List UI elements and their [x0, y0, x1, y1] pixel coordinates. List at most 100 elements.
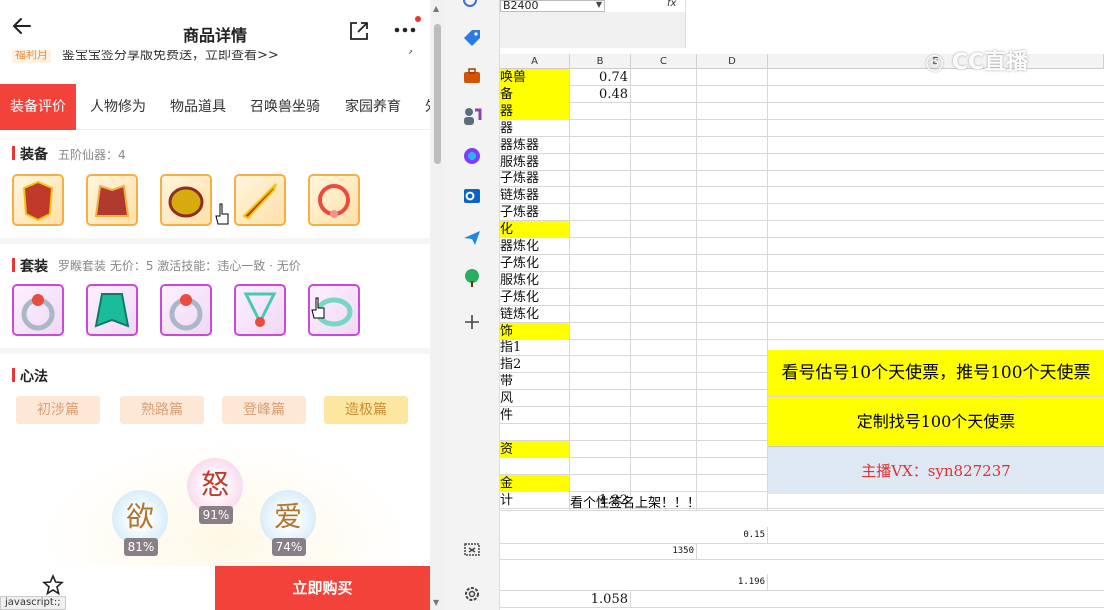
function-icon[interactable]: fx	[667, 0, 676, 9]
cell-a[interactable]: 指2	[500, 356, 570, 374]
cell-a[interactable]: 子炼器	[500, 204, 570, 222]
cell-c[interactable]	[631, 238, 697, 255]
cell-d[interactable]	[697, 238, 768, 255]
banner-contact[interactable]: 主播VX：syn827237	[768, 446, 1104, 494]
cell-b[interactable]	[570, 204, 631, 222]
cell-d[interactable]	[697, 119, 768, 137]
more-icon[interactable]	[392, 22, 418, 38]
cell-d[interactable]	[697, 407, 768, 424]
tab-home[interactable]: 家园养育	[345, 84, 401, 130]
cell-c[interactable]	[631, 254, 697, 272]
cell-b[interactable]	[570, 271, 631, 289]
tab-summons-mounts[interactable]: 召唤兽坐骑	[250, 84, 320, 130]
signature-note[interactable]: 看个性签名上架！！！	[570, 492, 700, 511]
cell-c[interactable]	[631, 187, 697, 205]
cell-a[interactable]: 器炼器	[500, 136, 570, 154]
tab-character-cultivation[interactable]: 人物修为	[90, 84, 146, 130]
cell-a[interactable]: 子炼器	[500, 170, 570, 188]
cell-a[interactable]: 链炼化	[500, 305, 570, 323]
briefcase-icon[interactable]	[462, 66, 482, 86]
cell-d[interactable]	[697, 474, 768, 492]
gear-icon[interactable]	[462, 584, 482, 604]
cell-d[interactable]	[697, 102, 768, 120]
scroll-down-icon[interactable]: ▼	[433, 598, 439, 607]
banner-custom[interactable]: 定制找号100个天使票	[768, 396, 1104, 446]
cell-d[interactable]	[697, 85, 768, 103]
tab-items[interactable]: 物品道具	[170, 84, 226, 130]
copilot-icon[interactable]	[462, 146, 482, 166]
cell-b[interactable]	[570, 221, 631, 239]
set-slot[interactable]	[86, 284, 138, 336]
cell-b[interactable]	[570, 322, 631, 340]
cell-b[interactable]	[570, 457, 631, 475]
cell-d[interactable]	[697, 136, 768, 154]
name-box[interactable]: B2400 ▼	[500, 0, 605, 12]
cell-d[interactable]	[697, 221, 768, 239]
cell-a[interactable]: 子炼化	[500, 288, 570, 306]
xinfa-level-4[interactable]: 造极篇	[324, 396, 408, 424]
plus-icon[interactable]	[462, 312, 482, 332]
cell-b[interactable]	[570, 187, 631, 205]
share-icon[interactable]	[348, 20, 370, 42]
cell-d[interactable]	[697, 457, 768, 475]
outlook-icon[interactable]	[462, 186, 482, 206]
formula-bar[interactable]	[685, 0, 1104, 48]
cell-d[interactable]	[697, 339, 768, 357]
cell-d[interactable]	[697, 170, 768, 188]
cell-b[interactable]	[570, 390, 631, 408]
chevron-down-icon[interactable]: ▼	[596, 0, 602, 10]
star-icon[interactable]	[42, 574, 64, 596]
equipment-slot[interactable]	[86, 174, 138, 226]
cell-c[interactable]	[631, 373, 697, 391]
cell-b[interactable]	[570, 102, 631, 120]
screenshot-icon[interactable]	[462, 540, 482, 560]
cell-d[interactable]	[697, 373, 768, 391]
cell-a[interactable]: 风	[500, 390, 570, 408]
cell-c[interactable]	[631, 356, 697, 374]
cell-b[interactable]	[570, 356, 631, 374]
cell-a[interactable]: 备	[500, 85, 570, 103]
cell-a[interactable]: 服炼器	[500, 153, 570, 171]
cell-c[interactable]	[631, 423, 697, 441]
cell-a[interactable]: 链炼器	[500, 187, 570, 205]
cell-c[interactable]	[631, 170, 697, 188]
cell-b[interactable]	[570, 407, 631, 424]
column-header-d[interactable]: D	[697, 54, 768, 69]
cell-b-value[interactable]: 1.058	[570, 591, 631, 608]
cell-c[interactable]	[631, 305, 697, 323]
set-slot[interactable]	[12, 284, 64, 336]
tree-icon[interactable]	[462, 268, 482, 288]
cell-d[interactable]	[697, 204, 768, 222]
cell-c[interactable]	[631, 322, 697, 340]
cell-c[interactable]	[631, 204, 697, 222]
scrollbar-thumb[interactable]	[434, 24, 441, 164]
cell-d[interactable]	[697, 187, 768, 205]
emotion-orb-anger[interactable]: 怒 91%	[187, 458, 243, 524]
cell-c[interactable]	[631, 271, 697, 289]
cell-a[interactable]: 带	[500, 373, 570, 391]
cell-d[interactable]	[697, 305, 768, 323]
tag-icon[interactable]	[462, 28, 482, 48]
cell-b[interactable]	[570, 119, 631, 137]
cell-d[interactable]	[697, 322, 768, 340]
cell-c[interactable]	[631, 85, 697, 103]
cell-c[interactable]	[631, 102, 697, 120]
column-header-c[interactable]: C	[631, 54, 697, 69]
cell-b[interactable]	[570, 474, 631, 492]
cell-a[interactable]: 件	[500, 407, 570, 424]
cell-a[interactable]	[500, 423, 570, 441]
cell-c[interactable]	[631, 136, 697, 154]
xinfa-level-1[interactable]: 初涉篇	[16, 396, 100, 424]
cell-d[interactable]	[697, 494, 768, 511]
cell-a[interactable]: 金	[500, 474, 570, 492]
cell-a[interactable]: 化	[500, 221, 570, 239]
cell-b[interactable]	[570, 136, 631, 154]
cell-d-value[interactable]: 1.196	[697, 574, 768, 591]
buy-now-button[interactable]: 立即购买	[215, 566, 430, 610]
cell-c[interactable]	[631, 288, 697, 306]
column-header-a[interactable]: A	[500, 54, 570, 69]
cell-c[interactable]	[631, 407, 697, 424]
cell-b[interactable]	[570, 153, 631, 171]
people-icon[interactable]	[462, 106, 482, 126]
cell-b[interactable]	[570, 238, 631, 255]
